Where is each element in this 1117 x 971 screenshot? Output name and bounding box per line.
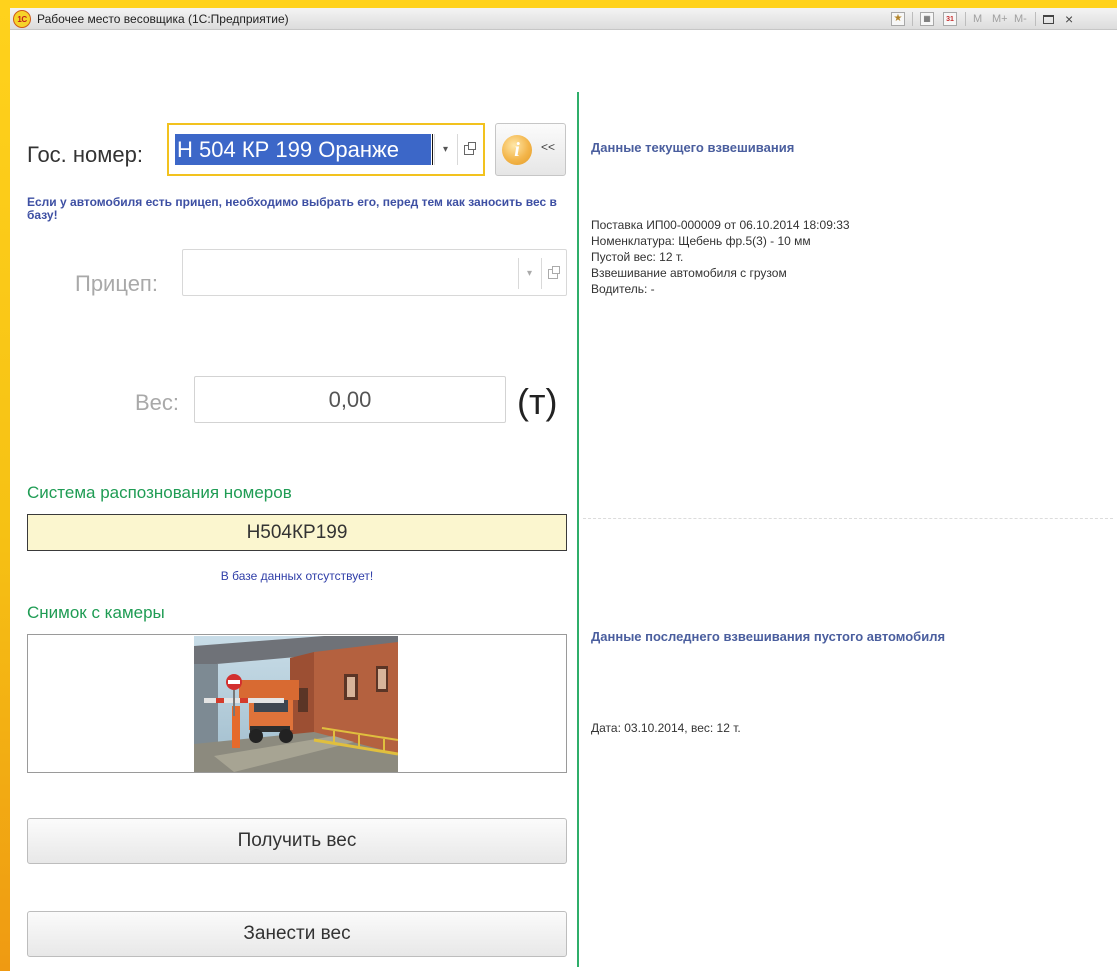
trailer-combobox[interactable]: ▾	[182, 249, 567, 296]
trailer-open-button[interactable]	[541, 258, 563, 289]
open-form-icon	[547, 265, 560, 279]
nomenclature-line: Номенклатура: Щебень фр.5(3) - 10 мм	[591, 234, 811, 248]
camera-snapshot-frame	[27, 634, 567, 773]
last-empty-weighing-title: Данные последнего взвешивания пустого ав…	[591, 629, 946, 644]
recognition-status: В базе данных отсутствует!	[220, 569, 374, 583]
plate-combobox[interactable]: Н 504 КР 199 Оранже ▾	[167, 123, 485, 176]
weight-label: Вес:	[135, 390, 180, 415]
toolbar-separator	[965, 12, 966, 26]
delivery-line: Поставка ИП00-000009 от 06.10.2014 18:09…	[591, 218, 850, 232]
recognition-title: Система распознования номеров	[27, 483, 292, 502]
weight-input[interactable]: 0,00	[194, 376, 506, 423]
toolbar-separator	[1035, 12, 1036, 26]
save-weight-button[interactable]: Занести вес	[27, 911, 567, 957]
memory-subtract-button[interactable]: M-	[1014, 11, 1027, 27]
empty-weight-line: Пустой вес: 12 т.	[591, 250, 684, 264]
favorites-star-icon[interactable]: ★	[891, 11, 905, 27]
right-pane-separator	[583, 518, 1113, 519]
text-cursor	[432, 134, 433, 165]
current-weighing-details: Поставка ИП00-000009 от 06.10.2014 18:09…	[591, 217, 850, 297]
maximize-icon[interactable]	[1043, 11, 1054, 27]
plate-dropdown-button[interactable]: ▾	[434, 134, 456, 165]
weighing-mode-line: Взвешивание автомобиля с грузом	[591, 266, 787, 280]
close-icon[interactable]: ×	[1065, 11, 1073, 27]
toolbar-separator	[912, 12, 913, 26]
last-empty-weighing-details: Дата: 03.10.2014, вес: 12 т.	[591, 721, 741, 735]
logo-text: 1С	[17, 14, 27, 24]
plate-label: Гос. номер:	[27, 142, 143, 167]
recognized-plate: Н504КР199	[27, 514, 567, 551]
driver-line: Водитель: -	[591, 282, 655, 296]
plate-open-button[interactable]	[457, 134, 479, 165]
trailer-hint: Если у автомобиля есть прицеп, необходим…	[27, 195, 557, 222]
chevron-down-icon: ▾	[442, 144, 449, 155]
get-weight-button[interactable]: Получить вес	[27, 818, 567, 864]
trailer-dropdown-button[interactable]: ▾	[518, 258, 540, 289]
weight-unit: (т)	[517, 381, 558, 422]
chevron-down-icon: ▾	[526, 268, 533, 279]
memory-store-button[interactable]: M	[973, 11, 982, 27]
trailer-label: Прицеп:	[75, 271, 158, 296]
info-collapse-button[interactable]: i <<	[495, 123, 566, 176]
calculator-icon[interactable]: ▦	[920, 11, 934, 27]
trailer-input[interactable]	[189, 258, 509, 289]
title-bar: 1С Рабочее место весовщика (1С:Предприят…	[10, 8, 1117, 30]
memory-add-button[interactable]: M+	[992, 11, 1008, 27]
plate-input[interactable]: Н 504 КР 199 Оранже	[175, 134, 431, 165]
app-logo-icon[interactable]: 1С	[13, 10, 31, 28]
window-title: Рабочее место весовщика (1С:Предприятие)	[37, 12, 289, 26]
info-icon: i	[502, 135, 532, 165]
pane-divider[interactable]	[577, 92, 579, 967]
collapse-label: <<	[541, 140, 556, 154]
calendar-day: 31	[943, 12, 957, 26]
app-window: 1С Рабочее место весовщика (1С:Предприят…	[10, 8, 1117, 971]
calendar-icon[interactable]: 31	[943, 11, 957, 27]
camera-snapshot-image	[194, 636, 398, 772]
open-form-icon	[463, 141, 476, 155]
current-weighing-title: Данные текущего взвешивания	[591, 140, 795, 155]
camera-title: Снимок с камеры	[27, 603, 165, 622]
